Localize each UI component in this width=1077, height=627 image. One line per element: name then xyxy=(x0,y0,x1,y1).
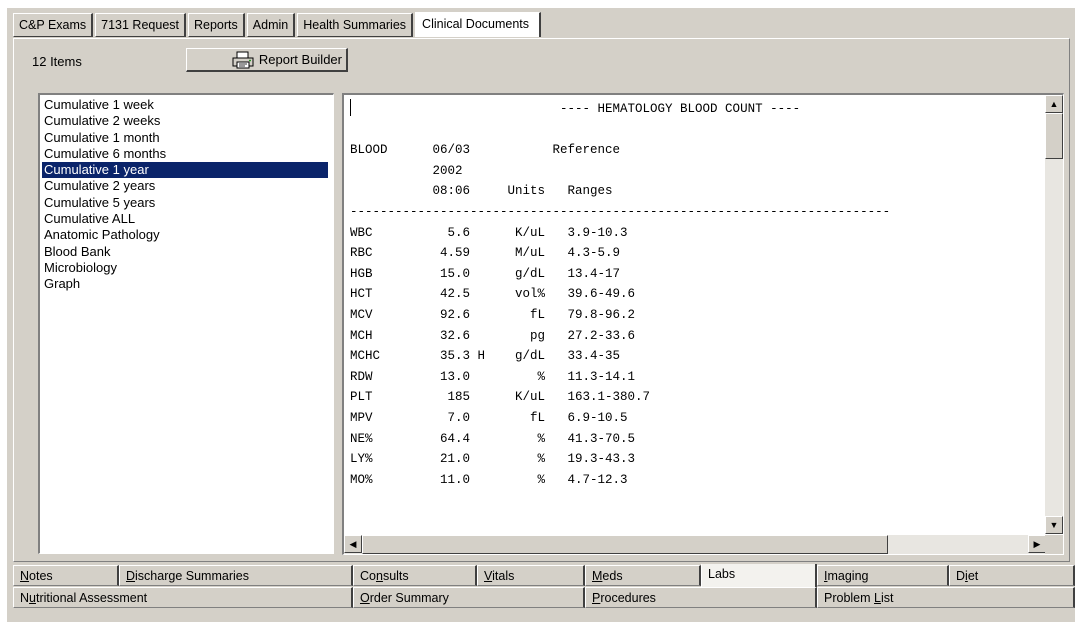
tab-c-p-exams[interactable]: C&P Exams xyxy=(13,13,94,37)
tab-meds[interactable]: Meds xyxy=(585,565,701,586)
scrollbar-corner xyxy=(1045,535,1063,554)
scroll-down-button[interactable]: ▼ xyxy=(1045,516,1063,534)
bottom-tab-row-2: Nutritional Assessment Order Summary Proce… xyxy=(13,587,1075,610)
top-tab-bar: C&P Exams 7131 Request Reports Admin Health … xyxy=(13,12,543,37)
scroll-right-button[interactable]: ▶ xyxy=(1028,535,1046,553)
report-type-list[interactable]: Cumulative 1 week Cumulative 2 weeks Cumul… xyxy=(38,93,334,554)
vertical-scroll-thumb[interactable] xyxy=(1045,113,1063,159)
tab-order-summary[interactable]: Order Summary xyxy=(353,587,585,608)
list-item[interactable]: Microbiology xyxy=(42,260,333,276)
down-arrow-icon: ▼ xyxy=(1049,519,1059,530)
left-arrow-icon: ◀ xyxy=(349,538,357,549)
right-arrow-icon: ▶ xyxy=(1033,538,1041,549)
items-count: 12 Items xyxy=(32,54,82,69)
tab-consults[interactable]: Consults xyxy=(353,565,477,586)
list-item[interactable]: Blood Bank xyxy=(42,244,333,260)
tab-labs[interactable]: Labs xyxy=(701,564,817,588)
tab-health-summaries[interactable]: Health Summaries xyxy=(297,13,414,37)
tab-discharge-summaries[interactable]: Discharge Summaries xyxy=(119,565,353,586)
text-cursor xyxy=(350,99,351,116)
list-item[interactable]: Cumulative 1 month xyxy=(42,130,333,146)
list-item[interactable]: Cumulative 1 year xyxy=(42,162,328,179)
tab-imaging[interactable]: Imaging xyxy=(817,565,949,586)
tab-procedures[interactable]: Procedures xyxy=(585,587,817,608)
scroll-left-button[interactable]: ◀ xyxy=(344,535,362,553)
list-item[interactable]: Cumulative 1 week xyxy=(42,97,333,113)
bottom-tab-row-1: Notes Discharge Summaries Consults Vitals Me… xyxy=(13,564,1075,588)
report-text: ---- HEMATOLOGY BLOOD COUNT ---- BLOOD 0… xyxy=(350,102,891,487)
tab-problem-list[interactable]: Problem List xyxy=(817,587,1075,608)
tab-nutritional-assessment[interactable]: Nutritional Assessment xyxy=(13,587,353,608)
report-builder-label: Report Builder xyxy=(258,52,342,67)
report-viewer[interactable]: ---- HEMATOLOGY BLOOD COUNT ---- BLOOD 0… xyxy=(342,93,1064,555)
list-item[interactable]: Graph xyxy=(42,276,333,292)
scroll-up-button[interactable]: ▲ xyxy=(1045,95,1063,113)
list-item[interactable]: Cumulative 2 years xyxy=(42,178,333,194)
tab-clinical-documents[interactable]: Clinical Documents xyxy=(415,12,542,37)
tab-reports[interactable]: Reports xyxy=(188,13,245,37)
list-item[interactable]: Cumulative 5 years xyxy=(42,195,333,211)
list-item[interactable]: Cumulative 2 weeks xyxy=(42,113,333,129)
list-item[interactable]: Cumulative 6 months xyxy=(42,146,333,162)
clinical-window: C&P Exams 7131 Request Reports Admin Health … xyxy=(7,8,1075,622)
up-arrow-icon: ▲ xyxy=(1049,98,1059,109)
horizontal-scrollbar[interactable]: ◀ ▶ xyxy=(344,535,1046,554)
reports-panel: 12 Items Report Builder Cumulative 1 wee… xyxy=(13,38,1070,562)
tab-label: Labs xyxy=(708,567,736,581)
list-item[interactable]: Cumulative ALL xyxy=(42,211,333,227)
tab-notes[interactable]: Notes xyxy=(13,565,119,586)
list-item[interactable]: Anatomic Pathology xyxy=(42,227,333,243)
printer-icon xyxy=(232,51,254,68)
vertical-scrollbar[interactable]: ▲ ▼ xyxy=(1045,95,1063,534)
tab-vitals[interactable]: Vitals xyxy=(477,565,585,586)
tab-admin[interactable]: Admin xyxy=(246,13,296,37)
report-builder-button[interactable]: Report Builder xyxy=(186,48,348,72)
tab-7131-request[interactable]: 7131 Request xyxy=(95,13,186,37)
tab-diet[interactable]: Diet xyxy=(949,565,1075,586)
horizontal-scroll-thumb[interactable] xyxy=(362,535,888,554)
